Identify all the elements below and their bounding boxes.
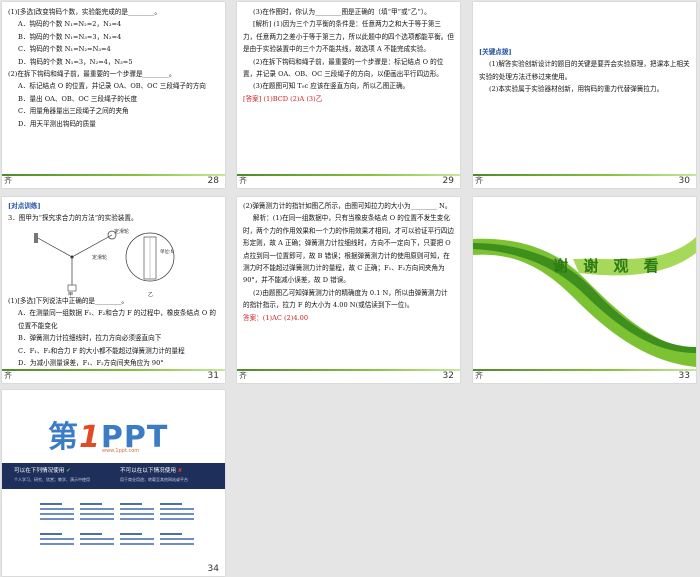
key-point-title: [关键点拨] <box>479 48 512 56</box>
cross-icon: ✘ <box>177 468 183 474</box>
text-line: C．用量角器量出三段绳子之间的夹角 <box>18 107 129 116</box>
logo-prefix: 第 <box>48 420 79 455</box>
slide-footer-stripe <box>237 174 460 176</box>
text-line: (3)在题图可知 T₀c 应该在竖直方向，所以乙图正确。 <box>253 82 410 91</box>
slide-text: (1)[多选]下列说法中正确的是________。 A．在测量同一组数据 F₁、… <box>8 295 219 369</box>
experiment-figure: 定滑轮 定滑轮 甲 乙 单位:N <box>34 228 175 297</box>
cannot-use-sub: 用于商业用途；转载至其他网站或平台 <box>120 477 188 482</box>
text-line: 3．图甲为“探究求合力的方法”的实验装置。 <box>8 214 138 223</box>
footer-mark: 齐 <box>4 176 12 185</box>
slide-number: 33 <box>678 371 690 381</box>
text-line: D．用天平测出钩码的质量 <box>18 119 96 128</box>
text-line: B．钩码的个数 N₁=N₃=3，N₂=4 <box>18 32 122 41</box>
logo-url: www.1ppt.com <box>102 448 140 454</box>
slide-number: 28 <box>207 176 219 186</box>
text-line: B．量出 OA、OB、OC 三段绳子的长度 <box>18 94 138 103</box>
slide-text: [关键点拨] (1)解答实验创新设计的题目的关键是要弄会实验原理，把课本上相关实… <box>479 46 690 96</box>
slide-footer-stripe <box>473 369 696 371</box>
text-line: D．钩码的个数 N₁=3，N₂=4，N₃=5 <box>18 57 133 66</box>
text-line: D．为减小测量误差，F₁、F₂方向间夹角应为 90° <box>18 359 164 368</box>
text-line: (1)[多选]下列说法中正确的是________。 <box>8 297 128 305</box>
figure-label-unit: 单位:N <box>160 248 174 255</box>
link-block[interactable] <box>160 500 194 530</box>
slide-number: 30 <box>678 176 690 186</box>
slide-thumbnail-34[interactable]: 第1PPT www.1ppt.com 可以在下列情况使用 ✔ 个人学习、研究、欣… <box>2 390 225 576</box>
practice-title: [对点训练] <box>8 202 41 210</box>
slide-thumbnail-31[interactable]: [对点训练] 3．图甲为“探究求合力的方法”的实验装置。 定滑轮 定滑轮 甲 乙… <box>2 197 225 383</box>
usage-banner: 可以在下列情况使用 ✔ 个人学习、研究、欣赏；教学、演示中使用 不可以在以下情况… <box>2 463 225 489</box>
text-line: (1)[多选]改变钩码个数，实验能完成的是________。 <box>8 8 161 16</box>
text-line: A．标记结点 O 的位置，并记录 OA、OB、OC 三段绳子的方向 <box>18 82 206 91</box>
footer-mark: 齐 <box>475 176 483 185</box>
footer-mark: 齐 <box>239 176 247 185</box>
answer-text: 答案：(1)AC (2)4.00 <box>243 313 309 322</box>
slide-thumbnail-32[interactable]: (2)弹簧测力计的指针如图乙所示，由图可知拉力的大小为________ N。 解… <box>237 197 460 383</box>
can-use-title: 可以在下列情况使用 ✔ <box>14 468 71 474</box>
cannot-use-title: 不可以在以下情况使用 ✘ <box>120 468 183 474</box>
text-line: (1)解答实验创新设计的题目的关键是要弄会实验原理，把课本上相关实验的处理方法迁… <box>479 60 690 81</box>
link-block[interactable] <box>120 500 154 530</box>
link-block[interactable] <box>120 530 154 560</box>
slide-number: 31 <box>207 371 219 381</box>
slide-thumbnail-28[interactable]: (1)[多选]改变钩码个数，实验能完成的是________。 A．钩码的个数 N… <box>2 2 225 188</box>
text-line: C．钩码的个数 N₁=N₂=N₃=4 <box>18 45 111 54</box>
text-line: (2)本实验属于实验器材创新，用钩码的重力代替弹簧拉力。 <box>489 85 664 94</box>
text-line: (2)在拆下钩码和绳子前，最重要的一个步骤是：标记结点 O 的位置，并记录 OA… <box>243 57 444 79</box>
logo-one: 1 <box>79 420 101 455</box>
slide-text: (3)在作图时，你认为________图是正确的（填“甲”或“乙”）。 [解析]… <box>243 6 454 105</box>
slide-thumbnail-33[interactable]: 谢 谢 观 看 齐 33 <box>473 197 696 383</box>
figure-label: 定滑轮 <box>92 254 107 261</box>
footer-mark: 齐 <box>475 371 483 380</box>
slide-thumbnail-29[interactable]: (3)在作图时，你认为________图是正确的（填“甲”或“乙”）。 [解析]… <box>237 2 460 188</box>
text-line: (3)在作图时，你认为________图是正确的（填“甲”或“乙”）。 <box>253 8 431 16</box>
link-grid <box>40 500 200 560</box>
text-line: (2)在拆下钩码和绳子前，最重要的一个步骤是________。 <box>8 70 176 79</box>
footer-mark: 齐 <box>239 371 247 380</box>
thank-you-text: 谢 谢 观 看 <box>553 257 664 275</box>
link-block[interactable] <box>80 530 114 560</box>
link-block[interactable] <box>160 530 194 560</box>
slide-thumbnail-30[interactable]: [关键点拨] (1)解答实验创新设计的题目的关键是要弄会实验原理，把课本上相关实… <box>473 2 696 188</box>
answer-text: [答案] (1)BCD (2)A (3)乙 <box>243 94 323 103</box>
slide-footer-stripe <box>2 174 225 176</box>
check-icon: ✔ <box>66 468 71 474</box>
text-line: (2)弹簧测力计的指针如图乙所示，由图可知拉力的大小为________ N。 <box>243 202 452 210</box>
analysis-text: 解析：(1)在同一组数据中，只有当橡皮条结点 O 的位置不发生变化时，两个力的作… <box>243 214 454 285</box>
can-use-sub: 个人学习、研究、欣赏；教学、演示中使用 <box>14 477 90 482</box>
text-line: A．在测量同一组数据 F₁、F₂和合力 F 的过程中，橡皮条结点 O 的位置不能… <box>18 309 216 330</box>
link-block[interactable] <box>80 500 114 530</box>
link-block[interactable] <box>40 530 74 560</box>
text-line: A．钩码的个数 N₁=N₂=2，N₃=4 <box>18 20 122 29</box>
slide-text: [对点训练] 3．图甲为“探究求合力的方法”的实验装置。 <box>8 200 219 225</box>
slide-footer-stripe <box>2 369 225 371</box>
slide-footer-stripe <box>473 174 696 176</box>
link-block[interactable] <box>40 500 74 530</box>
text-line: (2)由题图乙可知弹簧测力计的精确度为 0.1 N，所以由弹簧测力计的指针指示，… <box>243 288 448 310</box>
footer-mark: 齐 <box>4 371 12 380</box>
slide-number: 29 <box>442 176 454 186</box>
figure-label: 定滑轮 <box>114 228 129 235</box>
slide-text: (2)弹簧测力计的指针如图乙所示，由图可知拉力的大小为________ N。 解… <box>243 200 454 324</box>
slide-text: (1)[多选]改变钩码个数，实验能完成的是________。 A．钩码的个数 N… <box>8 6 219 130</box>
slide-number: 32 <box>442 371 454 381</box>
text-line: B．弹簧测力计拉细线时，拉力方向必须竖直向下 <box>18 334 162 343</box>
slide-footer-stripe <box>237 369 460 371</box>
analysis-text: [解析] (1)因为三个力平衡的条件是：任意两力之和大于等于第三力，任意两力之差… <box>243 20 454 54</box>
slide-number: 34 <box>207 564 219 574</box>
text-line: C．F₁、F₂和合力 F 的大小都不能超过弹簧测力计的量程 <box>18 346 185 355</box>
green-swoosh <box>473 237 696 367</box>
